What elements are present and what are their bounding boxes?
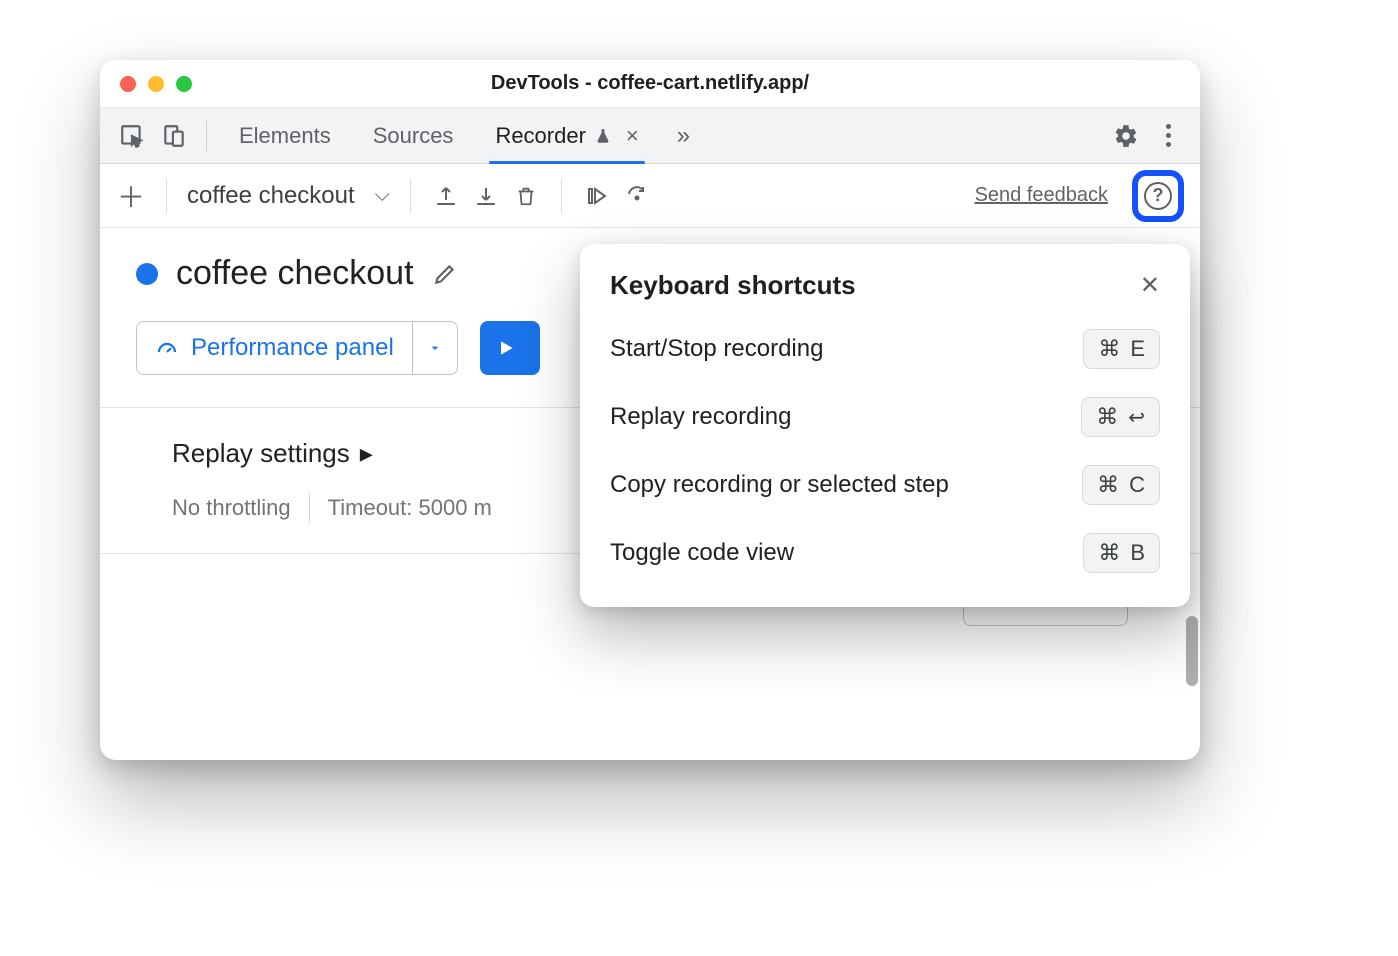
shortcut-label: Replay recording xyxy=(610,403,791,431)
recording-selector-label: coffee checkout xyxy=(187,182,355,210)
new-recording-button[interactable]: ＋ xyxy=(116,181,146,211)
recording-title: coffee checkout xyxy=(176,254,414,293)
tab-label: Recorder xyxy=(495,123,585,149)
shortcut-row: Replay recording ⌘ ↩ xyxy=(610,397,1160,437)
tab-recorder[interactable]: Recorder × xyxy=(477,108,656,163)
tab-elements[interactable]: Elements xyxy=(221,108,349,163)
scrollbar-thumb[interactable] xyxy=(1186,616,1198,686)
shortcut-key: ⌘ B xyxy=(1083,533,1160,573)
shortcuts-popover: Keyboard shortcuts ✕ Start/Stop recordin… xyxy=(580,244,1190,607)
help-icon: ? xyxy=(1144,182,1172,210)
divider xyxy=(206,121,207,151)
help-button-highlight[interactable]: ? xyxy=(1132,170,1184,222)
export-icon[interactable] xyxy=(431,181,461,211)
divider xyxy=(410,179,411,213)
shortcut-row: Copy recording or selected step ⌘ C xyxy=(610,465,1160,505)
edit-title-icon[interactable] xyxy=(432,261,458,287)
shortcut-label: Start/Stop recording xyxy=(610,335,823,363)
devtools-window: DevTools - coffee-cart.netlify.app/ Elem… xyxy=(100,60,1200,760)
performance-panel-button[interactable]: Performance panel xyxy=(136,321,458,375)
shortcut-row: Start/Stop recording ⌘ E xyxy=(610,329,1160,369)
chevron-down-icon[interactable]: ⌵ xyxy=(375,184,390,207)
close-tab-icon[interactable]: × xyxy=(620,123,639,149)
import-icon[interactable] xyxy=(471,181,501,211)
device-toolbar-icon[interactable] xyxy=(156,118,192,154)
divider xyxy=(166,179,167,213)
settings-gear-icon[interactable] xyxy=(1108,118,1144,154)
more-tabs-icon[interactable]: » xyxy=(663,122,704,150)
shortcut-row: Toggle code view ⌘ B xyxy=(610,533,1160,573)
popover-title: Keyboard shortcuts xyxy=(610,270,856,301)
enter-key-icon: ↩ xyxy=(1128,405,1145,430)
recording-dot-icon xyxy=(136,263,158,285)
throttling-value: No throttling xyxy=(172,495,291,521)
caret-right-icon: ▸ xyxy=(360,438,373,469)
divider xyxy=(309,493,310,523)
close-popover-icon[interactable]: ✕ xyxy=(1140,271,1160,300)
recorder-toolbar: ＋ coffee checkout ⌵ Send feedback ? xyxy=(100,164,1200,228)
timeout-value: Timeout: 5000 m xyxy=(328,495,492,521)
tab-sources[interactable]: Sources xyxy=(355,108,472,163)
window-title: DevTools - coffee-cart.netlify.app/ xyxy=(100,72,1200,95)
inspect-element-icon[interactable] xyxy=(114,118,150,154)
performance-panel-label: Performance panel xyxy=(191,334,394,362)
delete-icon[interactable] xyxy=(511,181,541,211)
tab-label: Sources xyxy=(373,123,454,149)
send-feedback-link[interactable]: Send feedback xyxy=(975,184,1108,207)
performance-panel-dropdown[interactable] xyxy=(412,322,457,374)
play-icon xyxy=(496,336,516,360)
flask-icon xyxy=(594,125,612,147)
devtools-tabbar: Elements Sources Recorder × » xyxy=(100,108,1200,164)
replay-step-icon[interactable] xyxy=(622,181,652,211)
shortcut-label: Toggle code view xyxy=(610,539,794,567)
shortcut-key: ⌘ C xyxy=(1082,465,1160,505)
divider xyxy=(561,179,562,213)
shortcut-label: Copy recording or selected step xyxy=(610,471,949,499)
titlebar: DevTools - coffee-cart.netlify.app/ xyxy=(100,60,1200,108)
gauge-icon xyxy=(155,336,179,360)
step-over-icon[interactable] xyxy=(582,181,612,211)
shortcut-key: ⌘ ↩ xyxy=(1081,397,1160,437)
tab-label: Elements xyxy=(239,123,331,149)
replay-button[interactable] xyxy=(480,321,540,375)
shortcut-key: ⌘ E xyxy=(1083,329,1160,369)
replay-settings-label: Replay settings xyxy=(172,438,350,469)
more-options-icon[interactable] xyxy=(1150,118,1186,154)
